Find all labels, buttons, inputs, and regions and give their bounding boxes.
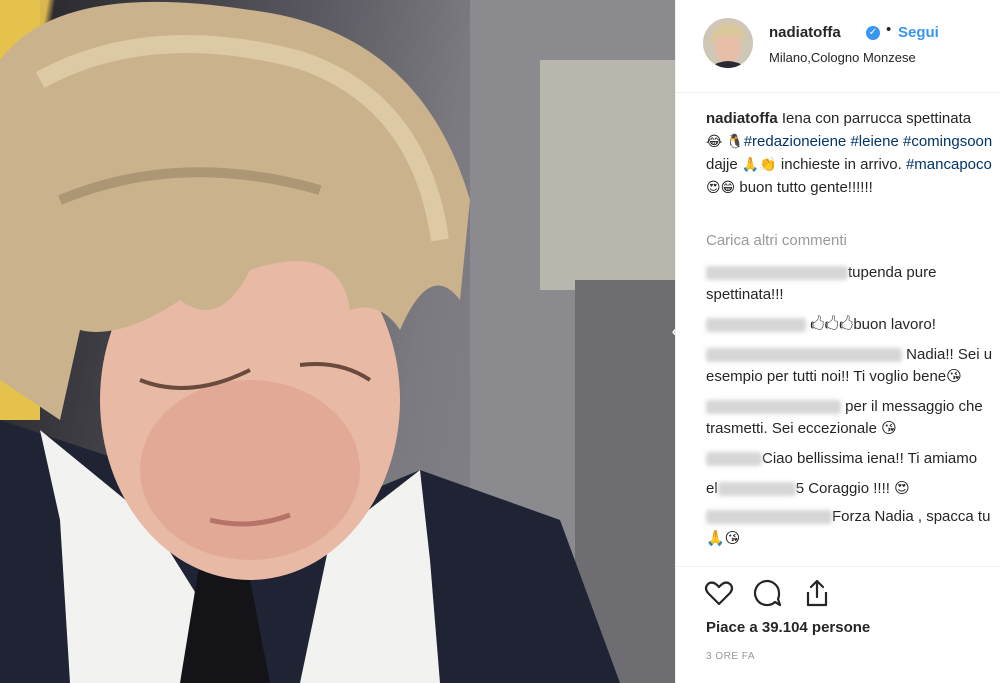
post-caption: nadiatoffa Iena con parrucca spettinata …	[706, 108, 1000, 199]
post-actions-bar: Piace a 39.104 persone 3 ORE FA	[676, 566, 1000, 683]
avatar[interactable]	[703, 18, 753, 68]
caption-emoji: 😂 🐧	[706, 133, 744, 149]
avatar-image	[703, 18, 753, 68]
load-more-comments-button[interactable]: Carica altri commenti	[706, 232, 847, 249]
blurred-username[interactable]	[706, 452, 762, 467]
comment-icon[interactable]	[751, 577, 783, 609]
post-location[interactable]: Milano,Cologno Monzese	[769, 50, 916, 65]
hashtag-link[interactable]: #mancapoco	[906, 156, 992, 173]
comment-item: 🖒🖒🖒buon lavoro!	[706, 314, 1000, 336]
post-username[interactable]: nadiatoffa	[769, 24, 841, 41]
separator-dot: •	[886, 21, 892, 38]
comment-username-prefix[interactable]: el	[706, 480, 718, 497]
hashtag-link[interactable]: #leiene	[846, 133, 898, 150]
blurred-username[interactable]	[706, 348, 902, 363]
caption-text: Iena con parrucca spettinata	[777, 110, 972, 127]
hashtag-link[interactable]: #comingsoon	[903, 133, 992, 150]
carousel-prev-icon[interactable]: ‹	[664, 316, 675, 346]
comment-item: Forza Nadia , spacca tu 🙏😘	[706, 506, 1000, 550]
comment-text: esempio per tutti noi!! Ti voglio bene😘	[706, 368, 962, 385]
caption-text: dajje	[706, 156, 742, 173]
blurred-username[interactable]	[706, 318, 806, 333]
comment-text: Nadia!! Sei u	[906, 346, 993, 363]
caption-emoji: 🙏👏	[741, 156, 777, 172]
blurred-username[interactable]	[706, 266, 848, 281]
caption-username[interactable]: nadiatoffa	[706, 110, 778, 127]
blurred-username[interactable]	[706, 510, 832, 525]
comment-item: Nadia!! Sei u esempio per tutti noi!! Ti…	[706, 344, 1000, 388]
comment-text: 5 Coraggio !!!! 😍	[795, 480, 910, 497]
comment-text: 🖒🖒🖒buon lavoro!	[810, 316, 936, 333]
share-icon[interactable]	[801, 577, 833, 609]
heart-icon[interactable]	[703, 577, 735, 609]
post-photo[interactable]: ‹	[0, 0, 675, 683]
hashtag-link[interactable]: #redazioneiene	[744, 133, 847, 150]
comment-text: trasmetti. Sei eccezionale 😘	[706, 420, 897, 437]
blurred-username[interactable]	[717, 482, 796, 497]
comment-text: 🙏😘	[706, 530, 741, 547]
post-timestamp[interactable]: 3 ORE FA	[706, 651, 755, 662]
caption-emoji: 😍😁	[706, 179, 736, 195]
caption-text: inchieste in arrivo.	[776, 156, 906, 173]
comment-item: per il messaggio che trasmetti. Sei ecce…	[706, 396, 1000, 440]
post-side-panel: nadiatoffa ✓ • Segui Milano,Cologno Monz…	[675, 0, 1000, 683]
comment-text: Ciao bellissima iena!! Ti amiamo	[762, 450, 978, 467]
comment-text: per il messaggio che	[845, 398, 983, 415]
likes-count[interactable]: Piace a 39.104 persone	[706, 619, 870, 636]
comment-item: el 5 Coraggio !!!! 😍	[706, 478, 1000, 500]
blurred-username[interactable]	[706, 400, 841, 415]
photo-illustration	[0, 0, 675, 683]
comment-item: tupenda pure spettinata!!!	[706, 262, 1000, 306]
caption-text: buon tutto gente!!!!!!	[735, 179, 873, 196]
verified-badge-icon: ✓	[866, 26, 880, 40]
comment-text: Forza Nadia , spacca tu	[832, 508, 991, 525]
post-header: nadiatoffa ✓ • Segui Milano,Cologno Monz…	[676, 0, 1000, 93]
follow-button[interactable]: Segui	[898, 24, 939, 41]
comment-item: Ciao bellissima iena!! Ti amiamo	[706, 448, 1000, 470]
